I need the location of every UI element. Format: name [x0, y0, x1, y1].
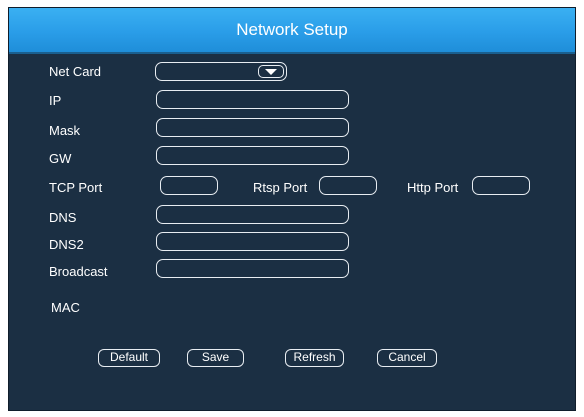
broadcast-input[interactable] [156, 259, 349, 278]
ip-label: IP [49, 93, 62, 108]
http-port-input[interactable] [472, 176, 530, 195]
dialog-title-bar: Network Setup [9, 8, 575, 54]
mac-label: MAC [51, 300, 80, 315]
dialog-title: Network Setup [236, 20, 348, 39]
net-card-label: Net Card [49, 64, 102, 79]
broadcast-label: Broadcast [49, 264, 108, 279]
http-port-label: Http Port [407, 180, 459, 195]
chevron-down-icon [265, 68, 277, 75]
mask-input[interactable] [156, 118, 349, 137]
default-button[interactable]: Default [98, 349, 160, 367]
dns-input[interactable] [156, 205, 349, 224]
tcp-port-label: TCP Port [49, 180, 103, 195]
refresh-button[interactable]: Refresh [285, 349, 344, 367]
gw-label: GW [49, 151, 72, 166]
rtsp-port-input[interactable] [319, 176, 377, 195]
net-card-select[interactable] [155, 62, 287, 81]
mask-label: Mask [49, 123, 81, 138]
dns2-input[interactable] [156, 232, 349, 251]
save-button[interactable]: Save [187, 349, 244, 367]
ip-input[interactable] [156, 90, 349, 109]
rtsp-port-label: Rtsp Port [253, 180, 308, 195]
dns-label: DNS [49, 210, 77, 225]
dropdown-arrow-button[interactable] [258, 65, 284, 78]
gw-input[interactable] [156, 146, 349, 165]
cancel-button[interactable]: Cancel [377, 349, 437, 367]
dns2-label: DNS2 [49, 237, 84, 252]
tcp-port-input[interactable] [160, 176, 218, 195]
network-setup-dialog: Network Setup Net Card IP Mask GW TCP Po… [8, 7, 576, 411]
